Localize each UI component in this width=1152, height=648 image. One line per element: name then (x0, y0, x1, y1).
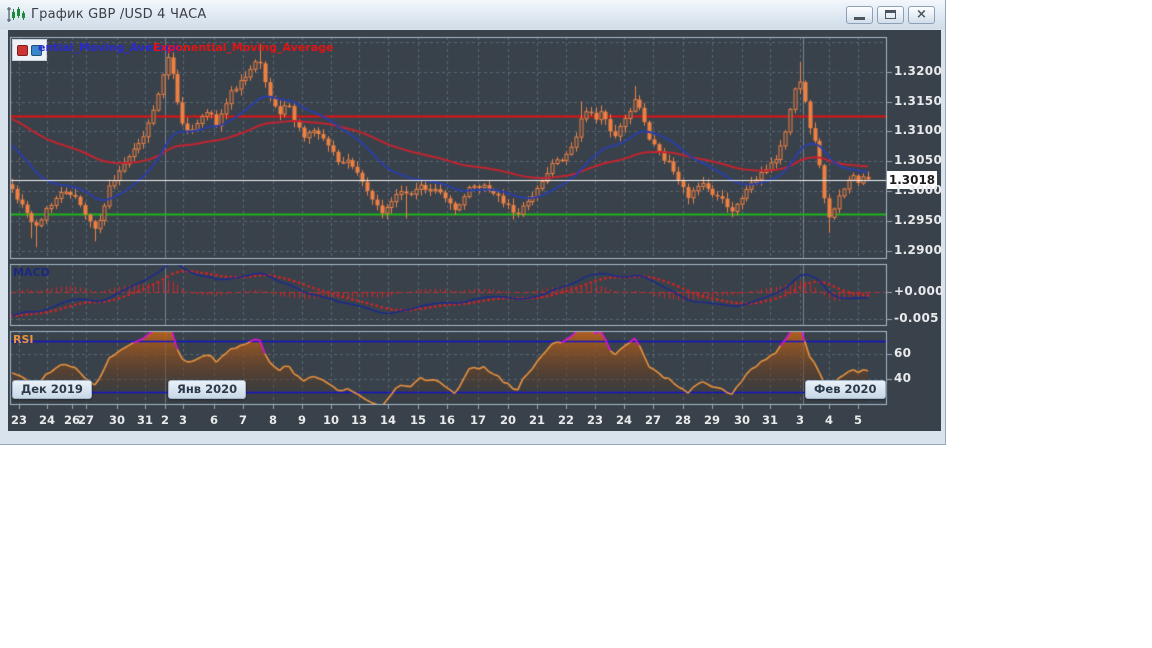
indicator-toggle-red-button[interactable] (17, 44, 28, 56)
month-label-chip: Дек 2019 (12, 380, 92, 399)
minimize-icon (854, 16, 865, 20)
window-titlebar[interactable]: График GBP /USD 4 ЧАСА × (0, 0, 945, 29)
maximize-button[interactable] (877, 5, 904, 24)
indicator-toggle-blue-button[interactable] (31, 44, 42, 56)
minimize-button[interactable] (846, 5, 873, 24)
indicator-buttons-chip (12, 39, 47, 61)
maximize-icon (885, 10, 896, 19)
month-label-chip: Фев 2020 (805, 380, 886, 399)
window-title: График GBP /USD 4 ЧАСА (31, 7, 207, 22)
close-icon: × (916, 7, 927, 22)
current-price-tag: 1.3018 (887, 171, 937, 190)
chart-app-icon (7, 6, 25, 22)
chart-canvas[interactable] (8, 30, 941, 431)
month-label-chip: Янв 2020 (168, 380, 247, 399)
chart-client-area: ential_Moving_Average Exponential_Moving… (8, 30, 944, 431)
close-button[interactable]: × (908, 5, 935, 24)
chart-window: График GBP /USD 4 ЧАСА × ential_Moving_A… (0, 0, 946, 445)
